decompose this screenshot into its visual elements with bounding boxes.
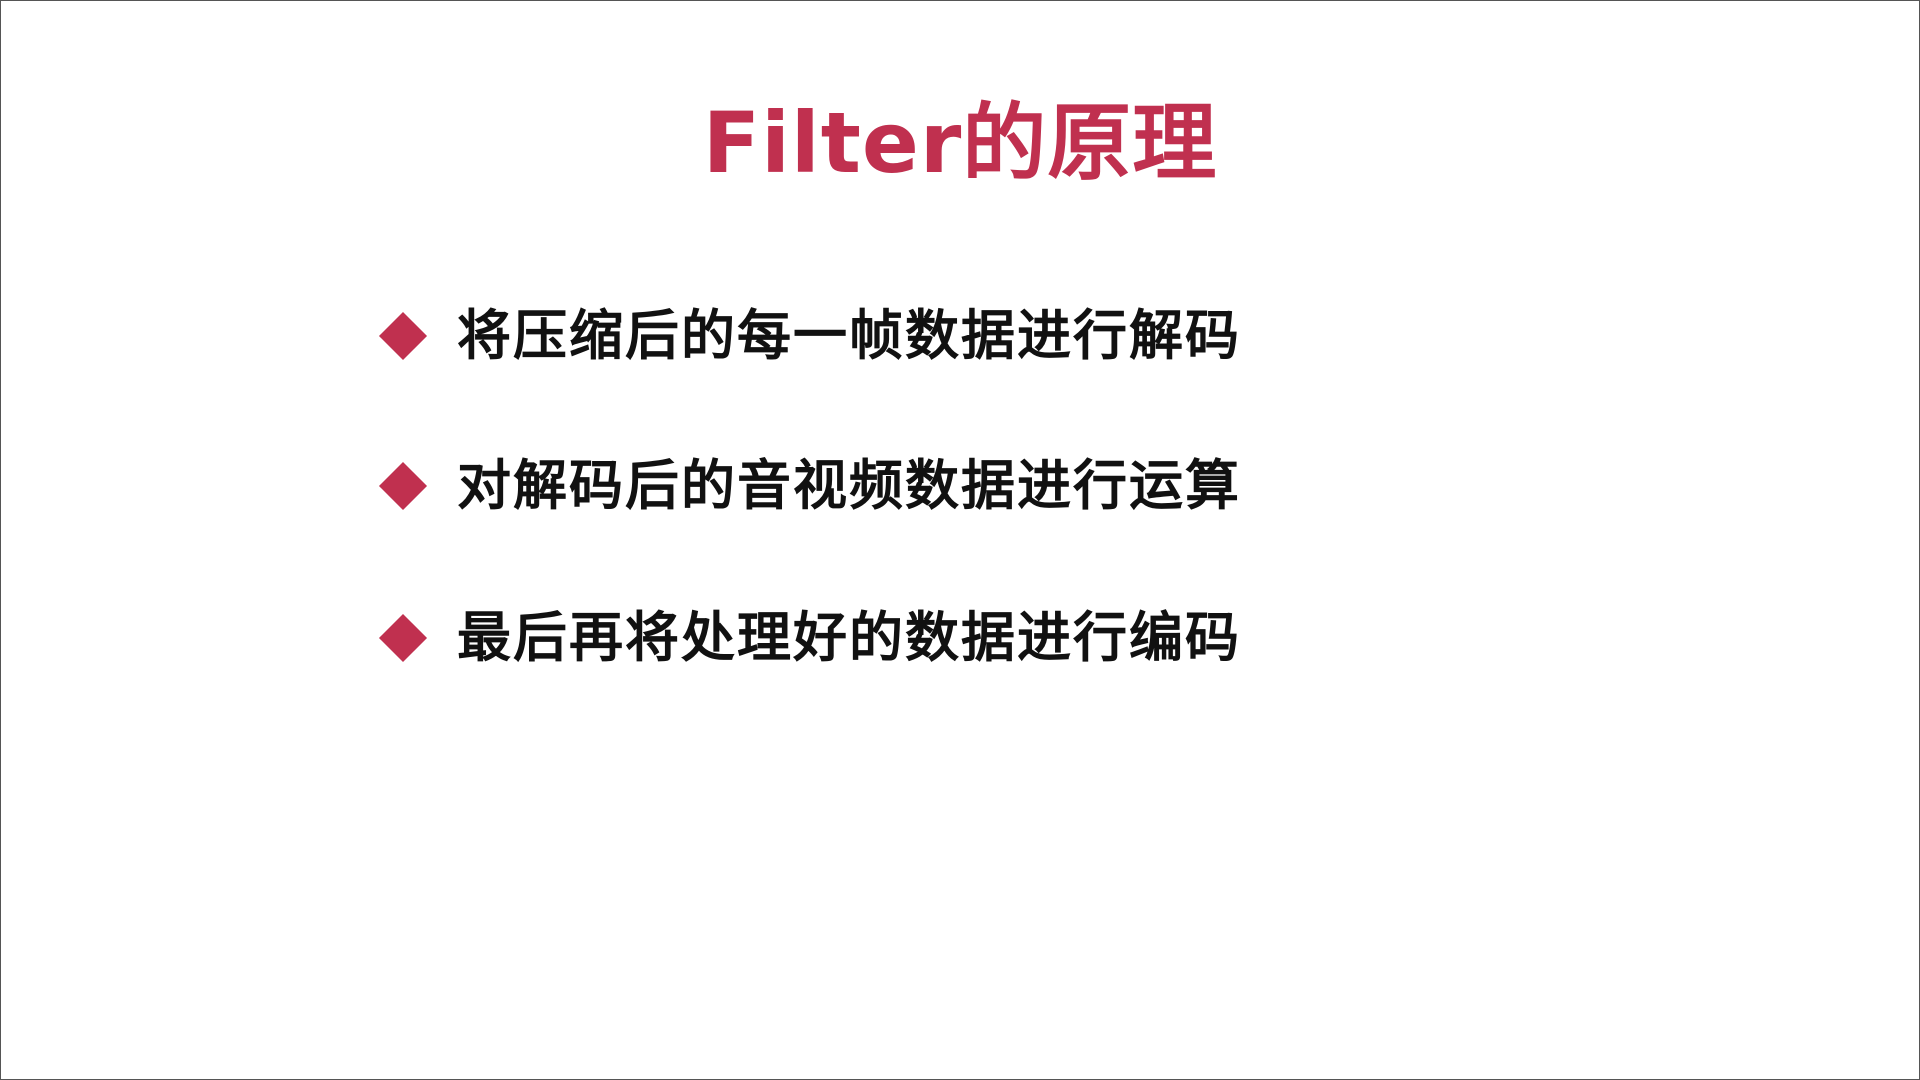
bullet-list: 将压缩后的每一帧数据进行解码 对解码后的音视频数据进行运算 最后再将处理好的数据…	[376, 296, 1241, 678]
bullet-item: 对解码后的音视频数据进行运算	[376, 446, 1241, 526]
slide: Filter的原理 将压缩后的每一帧数据进行解码 对解码后的音视频数据进行运算 …	[0, 0, 1920, 1080]
bullet-text: 将压缩后的每一帧数据进行解码	[457, 304, 1241, 367]
bullet-item: 将压缩后的每一帧数据进行解码	[376, 296, 1241, 376]
bullet-text: 最后再将处理好的数据进行编码	[457, 606, 1241, 669]
diamond-bullet-icon	[378, 461, 428, 511]
bullet-item: 最后再将处理好的数据进行编码	[376, 598, 1241, 678]
bullet-text: 对解码后的音视频数据进行运算	[457, 454, 1241, 517]
diamond-bullet-icon	[378, 613, 428, 663]
diamond-bullet-icon	[378, 311, 428, 361]
slide-title: Filter的原理	[702, 94, 1218, 192]
